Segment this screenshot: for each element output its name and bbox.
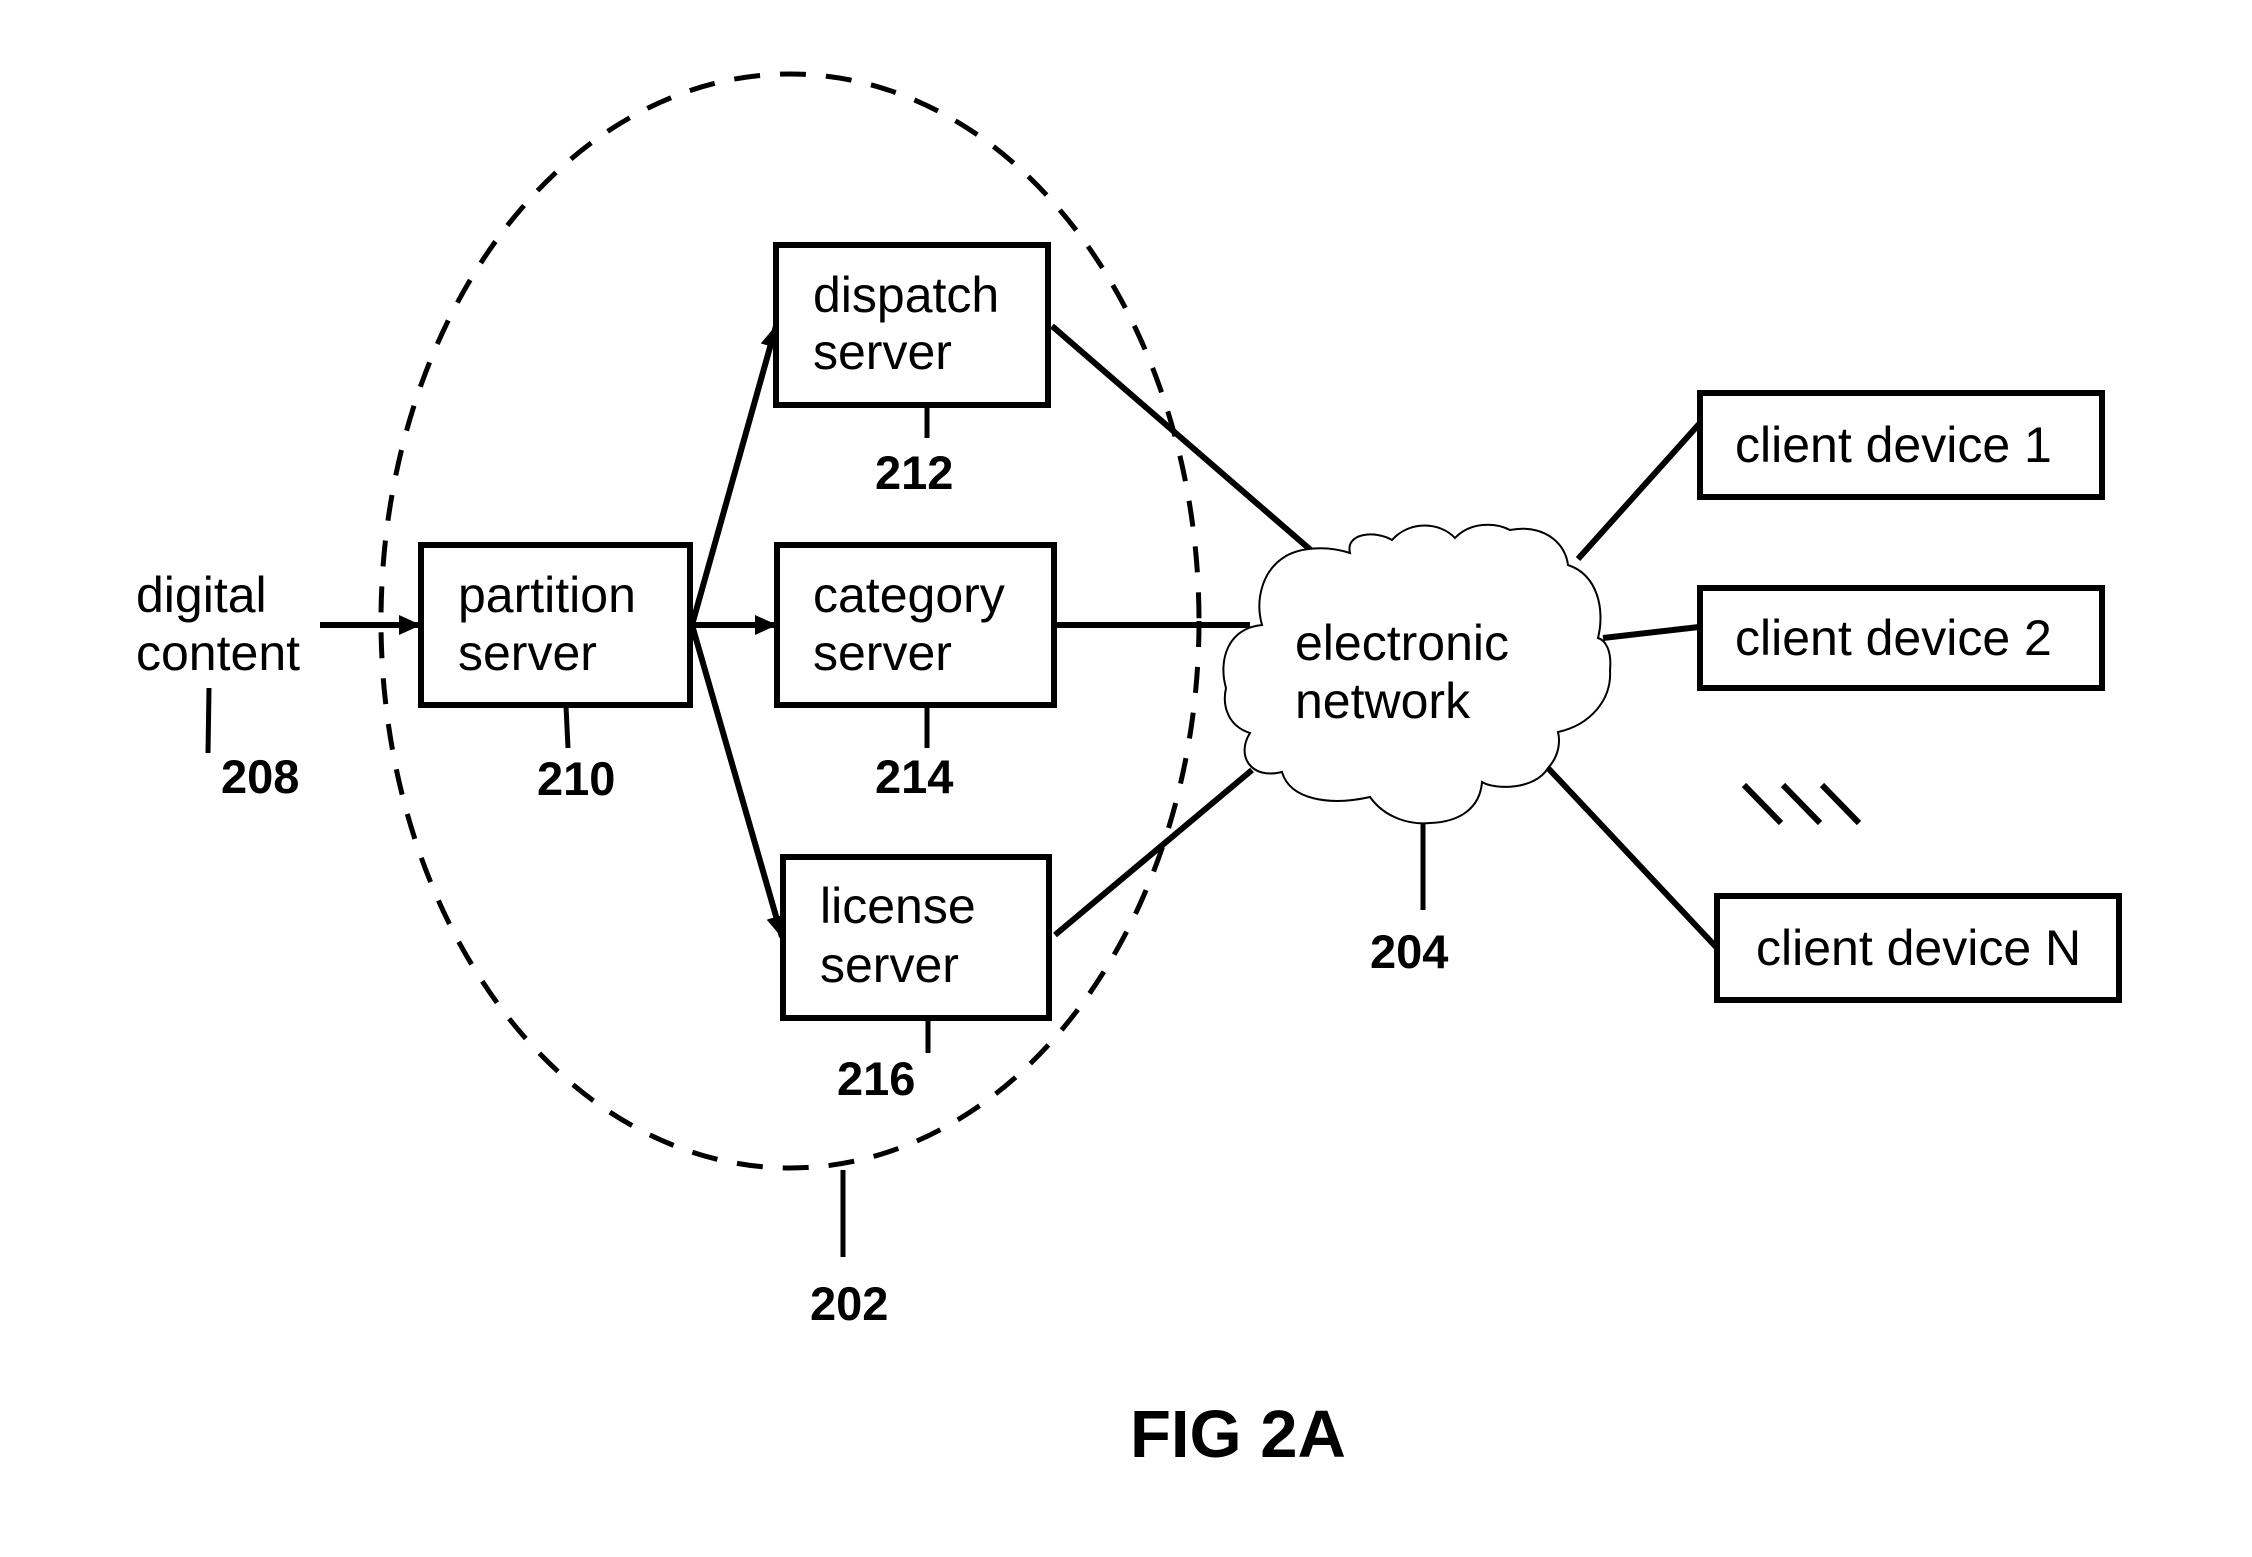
partition-server-box: partition server xyxy=(418,542,693,708)
leader-210 xyxy=(563,705,571,749)
dispatch-server-box: dispatch server xyxy=(773,242,1051,408)
dispatch-server-label-line-2: server xyxy=(813,324,952,380)
leader-208 xyxy=(205,687,212,754)
figure-caption: FIG 2A xyxy=(1130,1397,1346,1472)
client-device-2-box: client device 2 xyxy=(1697,585,2105,691)
client-device-1-label: client device 1 xyxy=(1735,417,2052,473)
ref-202: 202 xyxy=(810,1277,888,1330)
partition-server-label-line-1: partition xyxy=(458,567,636,623)
network-label-line-2: network xyxy=(1295,673,1471,729)
license-server-box: license server xyxy=(780,854,1052,1021)
client-device-1-box: client device 1 xyxy=(1697,390,2105,500)
license-server-label-line-2: server xyxy=(820,937,959,993)
ref-204: 204 xyxy=(1370,925,1448,978)
dispatch-server-label-line-1: dispatch xyxy=(813,267,999,323)
input-label: digital content xyxy=(136,567,300,681)
arrow-partition-to-license xyxy=(689,624,786,938)
line-network-to-client-n xyxy=(1545,765,1720,951)
partition-server-label-line-2: server xyxy=(458,625,597,681)
input-label-line-2: content xyxy=(136,625,300,681)
line-dispatch-to-network xyxy=(1050,323,1315,555)
ref-210: 210 xyxy=(537,752,615,805)
ref-212: 212 xyxy=(875,446,953,499)
ref-214: 214 xyxy=(875,750,953,803)
client-device-n-box: client device N xyxy=(1714,893,2122,1003)
line-license-to-network xyxy=(1053,767,1254,938)
client-device-n-label: client device N xyxy=(1756,920,2081,976)
client-device-2-label: client device 2 xyxy=(1735,610,2052,666)
category-server-label-line-2: server xyxy=(813,625,952,681)
ref-208: 208 xyxy=(221,750,299,803)
category-server-box: category server xyxy=(774,542,1057,708)
ref-216: 216 xyxy=(837,1052,915,1105)
line-network-to-client-1 xyxy=(1575,420,1703,562)
more-clients-ellipsis-icon xyxy=(1741,782,1862,826)
electronic-network-cloud: electronic network xyxy=(1222,523,1612,825)
arrow-partition-to-dispatch xyxy=(689,325,780,626)
network-label-line-1: electronic xyxy=(1295,615,1509,671)
line-network-to-client-2 xyxy=(1602,624,1700,641)
input-label-line-1: digital xyxy=(136,567,267,623)
category-server-label-line-1: category xyxy=(813,567,1005,623)
license-server-label-line-1: license xyxy=(820,878,976,934)
fig-2a-diagram: digital content 208 partition server 210… xyxy=(136,71,2122,1472)
